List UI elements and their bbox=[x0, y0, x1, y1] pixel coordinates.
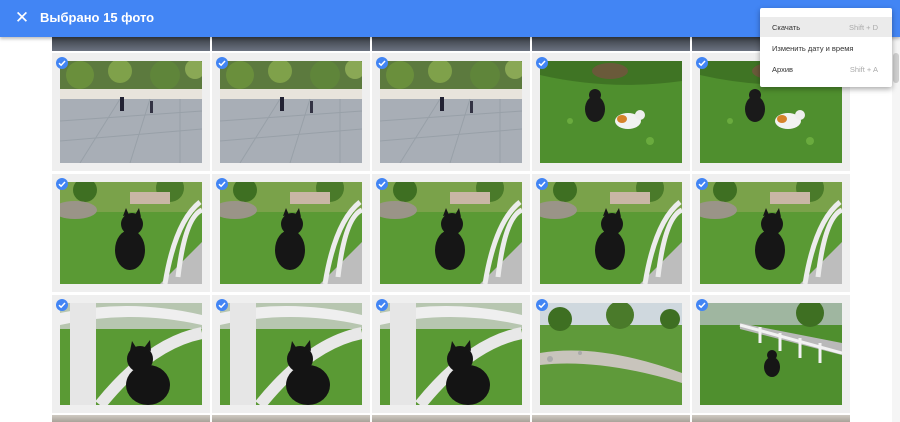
photo-tile-partial[interactable] bbox=[372, 37, 530, 51]
photo-thumbnail bbox=[380, 61, 522, 163]
photo-tile-partial[interactable] bbox=[692, 415, 850, 422]
photo-tile[interactable] bbox=[52, 174, 210, 292]
selected-check-icon[interactable] bbox=[536, 178, 548, 190]
photo-tile-partial[interactable] bbox=[532, 37, 690, 51]
photo-tile[interactable] bbox=[372, 174, 530, 292]
menu-item-edit-date-time[interactable]: Изменить дату и время bbox=[760, 38, 892, 58]
photo-tile[interactable] bbox=[372, 295, 530, 413]
selected-check-icon[interactable] bbox=[696, 178, 708, 190]
photo-tile-partial[interactable] bbox=[212, 37, 370, 51]
selected-check-icon[interactable] bbox=[56, 178, 68, 190]
photo-thumbnail bbox=[540, 303, 682, 405]
selected-check-icon[interactable] bbox=[376, 299, 388, 311]
menu-item-label: Изменить дату и время bbox=[772, 44, 854, 53]
menu-item-label: Скачать bbox=[772, 23, 801, 32]
photo-tile[interactable] bbox=[52, 295, 210, 413]
photo-tile-partial[interactable] bbox=[212, 415, 370, 422]
selected-check-icon[interactable] bbox=[376, 178, 388, 190]
photo-tile[interactable] bbox=[372, 53, 530, 171]
photo-thumbnail bbox=[380, 182, 522, 284]
photo-thumbnail bbox=[60, 182, 202, 284]
scrollbar-thumb[interactable] bbox=[893, 53, 899, 83]
photo-grid bbox=[52, 37, 852, 422]
photo-thumbnail bbox=[700, 303, 842, 405]
photo-thumbnail bbox=[220, 61, 362, 163]
photo-tile[interactable] bbox=[532, 53, 690, 171]
photo-thumbnail bbox=[380, 303, 522, 405]
photo-thumbnail bbox=[540, 61, 682, 163]
photo-thumbnail bbox=[700, 182, 842, 284]
photo-tile[interactable] bbox=[532, 174, 690, 292]
menu-item-label: Архив bbox=[772, 65, 794, 74]
scrollbar[interactable] bbox=[892, 37, 900, 422]
selected-check-icon[interactable] bbox=[536, 299, 548, 311]
photo-thumbnail bbox=[60, 303, 202, 405]
selected-check-icon[interactable] bbox=[56, 299, 68, 311]
photo-tile[interactable] bbox=[692, 295, 850, 413]
selected-check-icon[interactable] bbox=[376, 57, 388, 69]
more-options-menu: Скачать Shift + D Изменить дату и время … bbox=[760, 8, 892, 87]
selected-check-icon[interactable] bbox=[216, 57, 228, 69]
photo-thumbnail bbox=[540, 182, 682, 284]
photo-tile-partial[interactable] bbox=[532, 415, 690, 422]
photo-tile-partial[interactable] bbox=[372, 415, 530, 422]
photo-thumbnail bbox=[220, 182, 362, 284]
photo-tile[interactable] bbox=[212, 53, 370, 171]
selected-check-icon[interactable] bbox=[696, 57, 708, 69]
photo-tile[interactable] bbox=[52, 53, 210, 171]
menu-item-archive[interactable]: Архив Shift + A bbox=[760, 59, 892, 79]
selected-check-icon[interactable] bbox=[536, 57, 548, 69]
photo-tile[interactable] bbox=[212, 174, 370, 292]
menu-item-download[interactable]: Скачать Shift + D bbox=[760, 17, 892, 37]
photo-tile[interactable] bbox=[692, 174, 850, 292]
selected-check-icon[interactable] bbox=[56, 57, 68, 69]
photo-tile[interactable] bbox=[212, 295, 370, 413]
menu-item-shortcut: Shift + D bbox=[849, 23, 878, 32]
close-icon[interactable]: ✕ bbox=[12, 8, 32, 28]
selected-check-icon[interactable] bbox=[216, 178, 228, 190]
photo-thumbnail bbox=[60, 61, 202, 163]
selection-count-title: Выбрано 15 фото bbox=[40, 10, 155, 25]
selected-check-icon[interactable] bbox=[216, 299, 228, 311]
photo-tile[interactable] bbox=[532, 295, 690, 413]
photo-tile-partial[interactable] bbox=[52, 415, 210, 422]
photo-thumbnail bbox=[220, 303, 362, 405]
photo-tile-partial[interactable] bbox=[52, 37, 210, 51]
menu-item-shortcut: Shift + A bbox=[849, 65, 878, 74]
selected-check-icon[interactable] bbox=[696, 299, 708, 311]
